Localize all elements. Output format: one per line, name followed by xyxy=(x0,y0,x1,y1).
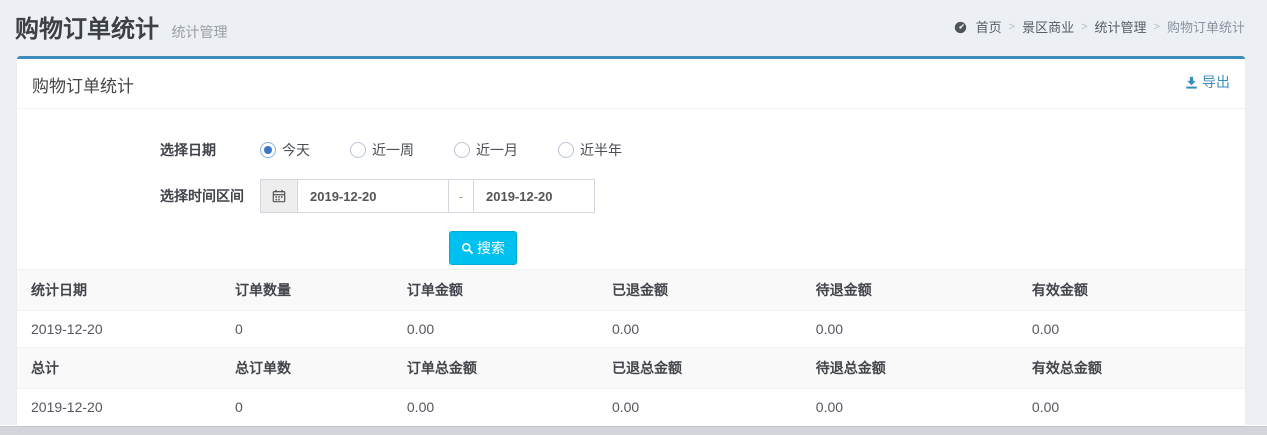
table-cell: 0.00 xyxy=(399,311,604,348)
table-cell: 0.00 xyxy=(399,389,604,426)
breadcrumb-link-home[interactable]: 首页 xyxy=(976,17,1002,36)
radio-icon xyxy=(260,142,276,158)
date-range-row: 选择时间区间 xyxy=(17,179,1245,213)
column-header: 订单总金额 xyxy=(399,348,604,389)
export-label: 导出 xyxy=(1202,72,1230,92)
column-header: 统计日期 xyxy=(17,270,227,311)
radio-icon xyxy=(454,142,470,158)
breadcrumb-separator: > xyxy=(1009,21,1015,33)
table-cell: 0.00 xyxy=(808,389,1024,426)
radio-label: 近一周 xyxy=(372,140,414,160)
column-header: 有效金额 xyxy=(1024,270,1245,311)
calendar-icon xyxy=(260,179,298,213)
breadcrumb-separator: > xyxy=(1081,21,1087,33)
daily-header-row: 统计日期 订单数量 订单金额 已退金额 待退金额 有效金额 xyxy=(17,270,1245,311)
date-to-input[interactable] xyxy=(473,179,595,213)
statistics-panel: 购物订单统计 导出 选择日期 今天 xyxy=(17,56,1245,425)
column-header: 总订单数 xyxy=(227,348,399,389)
date-radio-group: 今天 近一周 近一月 近半年 xyxy=(260,140,662,160)
page: 购物订单统计 统计管理 首页 > 景区商业 > 统计管理 > 购物订单统计 购物… xyxy=(0,0,1267,425)
date-range-separator: - xyxy=(448,179,474,213)
search-button[interactable]: 搜索 xyxy=(449,231,517,265)
table-cell: 0.00 xyxy=(604,311,808,348)
radio-option-last-month[interactable]: 近一月 xyxy=(454,140,518,160)
panel-body: 选择日期 今天 近一周 近一月 xyxy=(17,109,1245,425)
table-cell: 0 xyxy=(227,389,399,426)
dashboard-icon xyxy=(954,21,967,34)
table-cell: 2019-12-20 xyxy=(17,311,227,348)
table-row: 2019-12-20 0 0.00 0.00 0.00 0.00 xyxy=(17,389,1245,426)
search-icon xyxy=(461,242,474,255)
date-range-input-group: - xyxy=(260,179,595,213)
download-icon xyxy=(1185,76,1198,89)
table-cell: 0.00 xyxy=(1024,311,1245,348)
breadcrumb-current: 购物订单统计 xyxy=(1167,17,1245,36)
radio-label: 近一月 xyxy=(476,140,518,160)
breadcrumb-separator: > xyxy=(1154,21,1160,33)
column-header: 订单数量 xyxy=(227,270,399,311)
export-button[interactable]: 导出 xyxy=(1185,72,1230,92)
table-row: 2019-12-20 0 0.00 0.00 0.00 0.00 xyxy=(17,311,1245,348)
column-header: 总计 xyxy=(17,348,227,389)
breadcrumb-link-scenic-business[interactable]: 景区商业 xyxy=(1022,17,1074,36)
panel-title: 购物订单统计 xyxy=(32,77,134,96)
table-cell: 2019-12-20 xyxy=(17,389,227,426)
search-row: 搜索 xyxy=(449,231,1245,265)
breadcrumb: 首页 > 景区商业 > 统计管理 > 购物订单统计 xyxy=(954,17,1245,36)
date-quickpick-row: 选择日期 今天 近一周 近一月 xyxy=(17,133,1245,167)
column-header: 已退金额 xyxy=(604,270,808,311)
radio-icon xyxy=(350,142,366,158)
table-cell: 0.00 xyxy=(808,311,1024,348)
page-subtitle: 统计管理 xyxy=(171,22,227,42)
column-header: 已退总金额 xyxy=(604,348,808,389)
content-header: 购物订单统计 统计管理 首页 > 景区商业 > 统计管理 > 购物订单统计 xyxy=(0,0,1267,47)
column-header: 有效总金额 xyxy=(1024,348,1245,389)
radio-option-last-week[interactable]: 近一周 xyxy=(350,140,414,160)
radio-label: 今天 xyxy=(282,140,310,160)
column-header: 待退金额 xyxy=(808,270,1024,311)
page-title: 购物订单统计 xyxy=(15,9,159,44)
column-header: 订单金额 xyxy=(399,270,604,311)
table-cell: 0.00 xyxy=(1024,389,1245,426)
radio-label: 近半年 xyxy=(580,140,622,160)
radio-option-last-half-year[interactable]: 近半年 xyxy=(558,140,622,160)
panel-header: 购物订单统计 导出 xyxy=(17,59,1245,109)
search-button-label: 搜索 xyxy=(477,238,505,258)
stats-table: 统计日期 订单数量 订单金额 已退金额 待退金额 有效金额 2019-12-20… xyxy=(17,269,1245,425)
table-cell: 0.00 xyxy=(604,389,808,426)
radio-option-today[interactable]: 今天 xyxy=(260,140,310,160)
date-range-label: 选择时间区间 xyxy=(160,186,260,206)
table-cell: 0 xyxy=(227,311,399,348)
total-header-row: 总计 总订单数 订单总金额 已退总金额 待退总金额 有效总金额 xyxy=(17,348,1245,389)
breadcrumb-link-statistics-management[interactable]: 统计管理 xyxy=(1095,17,1147,36)
date-label: 选择日期 xyxy=(160,140,260,160)
horizontal-scrollbar[interactable] xyxy=(0,426,1267,435)
column-header: 待退总金额 xyxy=(808,348,1024,389)
radio-icon xyxy=(558,142,574,158)
date-from-input[interactable] xyxy=(297,179,449,213)
